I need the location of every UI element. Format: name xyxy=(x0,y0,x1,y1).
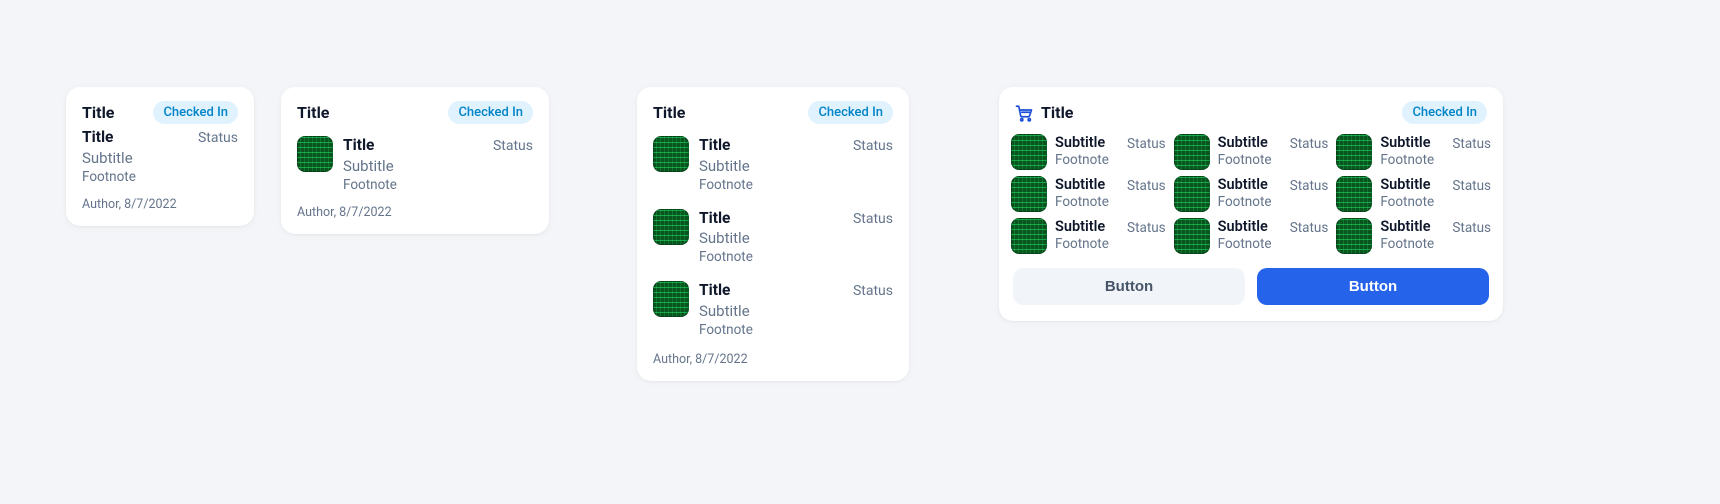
grid-item[interactable]: SubtitleFootnote Status xyxy=(1336,218,1491,254)
item-footnote: Footnote xyxy=(699,177,843,193)
thumbnail-image xyxy=(1336,176,1372,212)
grid-item[interactable]: SubtitleFootnote Status xyxy=(1174,218,1329,254)
card-title: Title xyxy=(82,103,114,122)
card-with-thumb: Title Checked In Title Subtitle Footnote… xyxy=(281,87,549,234)
thumbnail-image xyxy=(1011,134,1047,170)
grid-item[interactable]: SubtitleFootnote Status xyxy=(1336,134,1491,170)
list-item[interactable]: Title Subtitle Footnote Status xyxy=(281,130,549,199)
thumbnail-image xyxy=(653,136,689,172)
item-footnote: Footnote xyxy=(1055,152,1119,168)
status-badge: Checked In xyxy=(153,101,238,124)
card-header: Title Checked In xyxy=(281,87,549,130)
card-title: Title xyxy=(653,103,685,122)
card-header: Title Checked In xyxy=(999,87,1503,130)
item-footnote: Footnote xyxy=(1218,194,1282,210)
item-footnote: Footnote xyxy=(1380,194,1444,210)
author-line: Author, 8/7/2022 xyxy=(281,199,549,234)
thumbnail-image xyxy=(297,136,333,172)
item-status: Status xyxy=(853,211,893,227)
item-subtitle: Subtitle xyxy=(1218,176,1282,193)
item-footnote: Footnote xyxy=(1055,194,1119,210)
item-status: Status xyxy=(1127,178,1166,194)
thumbnail-image xyxy=(653,281,689,317)
item-footnote: Footnote xyxy=(1380,152,1444,168)
item-title: Title xyxy=(699,136,843,155)
item-subtitle: Subtitle xyxy=(1218,218,1282,235)
item-subtitle: Subtitle xyxy=(82,149,188,167)
item-status: Status xyxy=(853,138,893,154)
author-line: Author, 8/7/2022 xyxy=(637,344,909,381)
card-grid-with-actions: Title Checked In SubtitleFootnoteStatusS… xyxy=(999,87,1503,321)
item-subtitle: Subtitle xyxy=(699,157,843,175)
item-status: Status xyxy=(198,130,238,146)
author-line: Author, 8/7/2022 xyxy=(66,191,254,226)
grid-item[interactable]: SubtitleFootnote Status xyxy=(1336,176,1491,212)
thumbnail-image xyxy=(1011,176,1047,212)
item-subtitle: Subtitle xyxy=(1055,176,1119,193)
card-title-text: Title xyxy=(1041,103,1073,122)
item-status: Status xyxy=(493,138,533,154)
card-simple: Title Checked In Title Subtitle Footnote… xyxy=(66,87,254,226)
item-status: Status xyxy=(1290,178,1329,194)
item-title: Title xyxy=(699,281,843,300)
item-status: Status xyxy=(1452,136,1491,152)
list-item[interactable]: Title Subtitle Footnote Status xyxy=(66,126,254,191)
item-subtitle: Subtitle xyxy=(1380,176,1444,193)
item-subtitle: Subtitle xyxy=(699,229,843,247)
item-subtitle: Subtitle xyxy=(1055,134,1119,151)
item-footnote: Footnote xyxy=(699,322,843,338)
item-status: Status xyxy=(1452,220,1491,236)
card-header: Title Checked In xyxy=(637,87,909,130)
list-item[interactable]: Title Subtitle Footnote Status xyxy=(637,130,909,199)
cart-icon xyxy=(1015,104,1033,122)
item-footnote: Footnote xyxy=(1218,236,1282,252)
item-status: Status xyxy=(1127,136,1166,152)
thumbnail-image xyxy=(1174,134,1210,170)
grid-item[interactable]: SubtitleFootnote Status xyxy=(1011,176,1166,212)
card-header: Title Checked In xyxy=(66,87,254,126)
thumbnail-image xyxy=(1174,218,1210,254)
item-subtitle: Subtitle xyxy=(1380,218,1444,235)
item-title: Title xyxy=(343,136,483,155)
primary-button[interactable]: Button xyxy=(1257,268,1489,305)
list-item[interactable]: TitleSubtitle Footnote Status xyxy=(637,203,909,272)
status-badge: Checked In xyxy=(1402,101,1487,124)
grid-item[interactable]: SubtitleFootnote Status xyxy=(1011,134,1166,170)
item-status: Status xyxy=(1127,220,1166,236)
item-subtitle: Subtitle xyxy=(1380,134,1444,151)
grid-item[interactable]: SubtitleFootnote Status xyxy=(1174,134,1329,170)
item-footnote: Footnote xyxy=(1380,236,1444,252)
item-status: Status xyxy=(853,283,893,299)
card-title: Title xyxy=(297,103,329,122)
status-badge: Checked In xyxy=(448,101,533,124)
item-status: Status xyxy=(1452,178,1491,194)
item-status: Status xyxy=(1290,220,1329,236)
grid-item[interactable]: SubtitleFootnote Status xyxy=(1174,176,1329,212)
status-badge: Checked In xyxy=(808,101,893,124)
secondary-button[interactable]: Button xyxy=(1013,268,1245,305)
item-subtitle: Subtitle xyxy=(1218,134,1282,151)
thumbnail-image xyxy=(653,209,689,245)
item-status: Status xyxy=(1290,136,1329,152)
grid-item[interactable]: SubtitleFootnote Status xyxy=(1011,218,1166,254)
thumbnail-image xyxy=(1174,176,1210,212)
item-subtitle: Subtitle xyxy=(343,157,483,175)
item-subtitle: Subtitle xyxy=(699,302,843,320)
item-title: Title xyxy=(699,209,843,228)
item-title: Title xyxy=(82,128,188,147)
thumbnail-image xyxy=(1011,218,1047,254)
button-row: Button Button xyxy=(999,260,1503,321)
list-item[interactable]: Title Subtitle Footnote Status xyxy=(637,275,909,344)
item-footnote: Footnote xyxy=(343,177,483,193)
thumbnail-image xyxy=(1336,218,1372,254)
item-footnote: Footnote xyxy=(82,169,188,185)
thumbnail-image xyxy=(1336,134,1372,170)
item-footnote: Footnote xyxy=(1218,152,1282,168)
card-list: Title Checked In TitleSubtitleFootnoteSt… xyxy=(637,87,909,381)
item-footnote: Footnote xyxy=(1055,236,1119,252)
item-subtitle: Subtitle xyxy=(1055,218,1119,235)
item-footnote: Footnote xyxy=(699,249,843,265)
